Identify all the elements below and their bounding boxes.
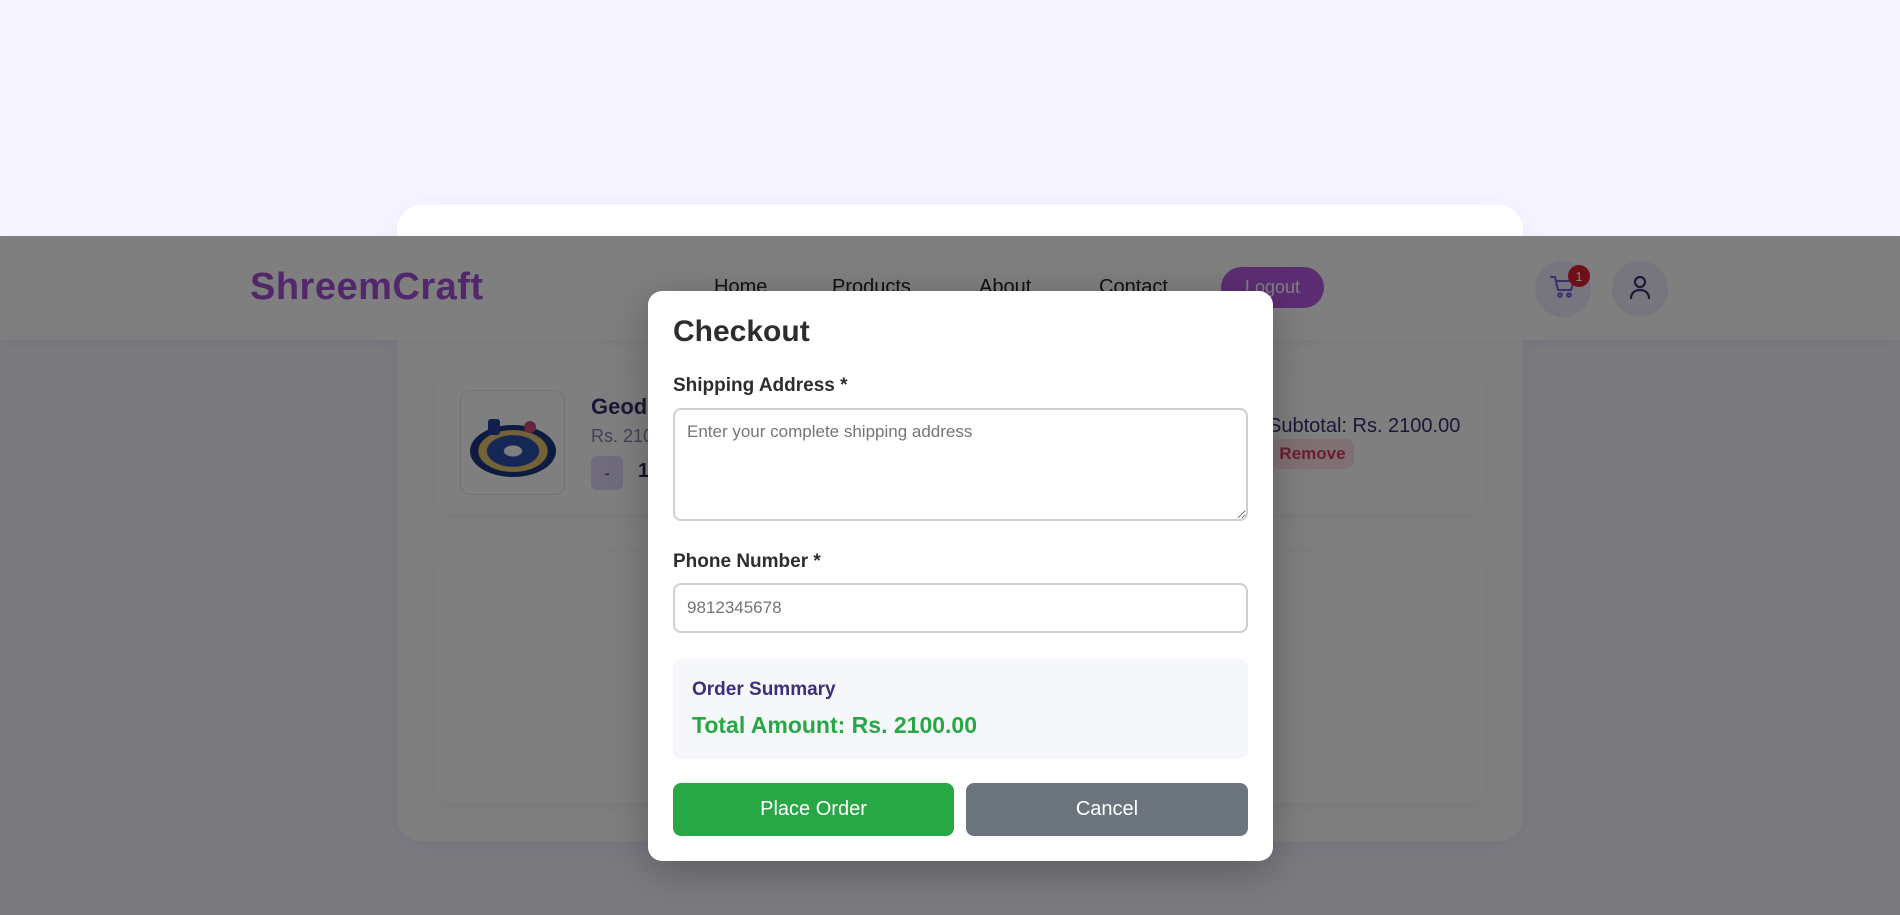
modal-title: Checkout <box>673 315 810 348</box>
place-order-button[interactable]: Place Order <box>673 783 954 836</box>
phone-number-input[interactable] <box>673 583 1248 633</box>
shipping-address-input[interactable] <box>673 408 1248 521</box>
cancel-button[interactable]: Cancel <box>966 783 1248 836</box>
phone-number-label: Phone Number * <box>673 551 821 572</box>
order-summary-title: Order Summary <box>692 679 836 700</box>
checkout-modal: Checkout Shipping Address * Phone Number… <box>648 291 1273 861</box>
total-amount: Total Amount: Rs. 2100.00 <box>692 712 978 738</box>
shipping-address-label: Shipping Address * <box>673 375 848 396</box>
order-summary-box: Order Summary Total Amount: Rs. 2100.00 <box>673 659 1248 759</box>
